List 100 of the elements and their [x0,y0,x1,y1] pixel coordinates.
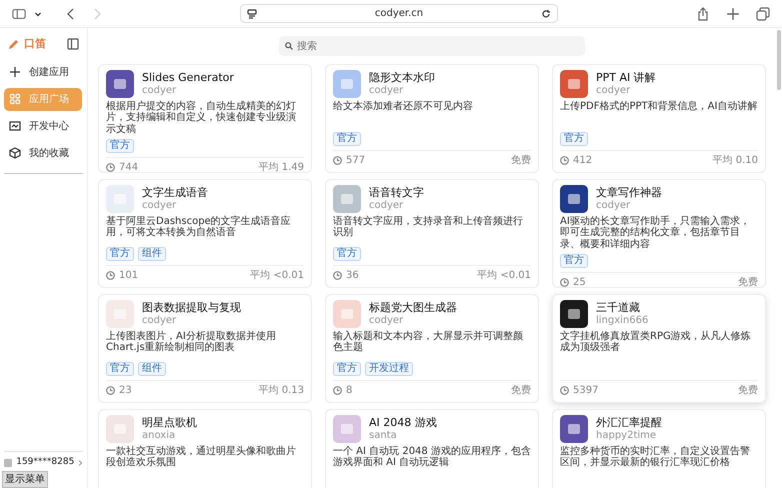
app-card[interactable]: 隐形文本水印 codyer 给文本添加难者还原不可见内容 官方 577 免费 [325,64,539,173]
usage-count: 744 [119,160,138,175]
url-bar[interactable]: codyer.cn [240,4,558,23]
cube-icon [9,147,21,159]
app-description: 监控多种货币的实时汇率，自定义设置告警区间，并显示最新的银行汇率现汇价格 [560,446,751,470]
clock-icon [560,278,569,287]
clock-icon [333,386,342,395]
app-description: 上传PDF格式的PPT和背景信息，AI自动讲解 [560,101,758,114]
clock-icon [560,386,569,395]
app-description: 输入标题和文本内容，大屏显示并可调整颜色主题 [333,331,524,356]
app-author: codyer [369,84,404,97]
chevron-down-icon[interactable] [34,10,42,18]
usage-count: 8 [346,384,352,398]
app-card[interactable]: 明星点歌机 anoxia 一款社交互动游戏，通过明星头像和歌曲片段创造欢乐氛围 [98,409,312,488]
plus-icon [9,66,21,78]
url-text: codyer.cn [374,7,424,21]
usage-count: 412 [573,154,592,168]
clock-icon [333,271,342,280]
usage-count: 36 [346,269,359,283]
price-label: 免费 [738,276,758,290]
chevron-right-icon[interactable] [78,458,83,468]
app-card[interactable]: 语音转文字 codyer 语音转文字应用，支持录音和上传音频进行识别 官方 36 平均 <0.01 [325,179,539,288]
sidebar-toggle-icon[interactable] [12,6,26,20]
app-title: 隐形文本水印 [369,71,435,85]
tooltip: 显示菜单 [2,471,48,488]
tag: 官方 [560,254,588,268]
app-title: PPT AI 讲解 [596,71,656,85]
tabs-icon[interactable] [756,6,770,20]
app-title: 外汇汇率提醒 [596,416,662,430]
app-author: codyer [142,84,178,97]
sidebar-toggle-icon[interactable] [67,38,79,50]
reload-icon[interactable] [541,8,551,18]
app-description: AI驱动的长文章写作助手，只需输入需求，即可生成完整的结构化文章，包括章节目录、概要和详细内容 [560,216,751,250]
tag: 组件 [138,247,166,261]
sidebar-item[interactable]: 创建应用 [4,60,82,84]
price-label: 平均 1.49 [258,160,304,175]
plus-icon[interactable] [726,6,740,20]
app-title: Slides Generator [142,71,234,85]
usage-count: 101 [119,269,138,283]
app-title: 文字生成语音 [142,186,208,200]
app-title: 三千道藏 [596,301,641,315]
price-label: 平均 <0.01 [250,269,304,283]
price-label: 平均 0.10 [712,154,758,168]
app-author: codyer [596,84,632,97]
app-description: 上传图表图片，AI分析提取数据并使用Chart.js重新绘制相同的图表 [106,331,277,356]
app-title: 语音转文字 [369,186,424,200]
app-card[interactable]: 三千道藏 lingxin666 文字挂机修真放置类RPG游戏，从凡人修炼成为顶级强者 5397 免费 [552,294,766,403]
app-card[interactable]: 文字生成语音 codyer 基于阿里云Dashscope的文字生成语音应用，可将文本转换为自然语音 官方 组件 101 平均 <0.01 [98,179,312,288]
back-icon[interactable] [66,6,76,20]
tag: 官方 [106,138,134,153]
tag: 官方 [333,132,361,146]
sidebar-item[interactable]: 开发中心 [4,114,82,138]
app-card[interactable]: 图表数据提取与复现 codyer 上传图表图片，AI分析提取数据并使用Chart.js重新绘制相同的图表 官方 组件 23 平均 0.13 [98,294,312,403]
sidebar-item[interactable]: 我的收藏 [4,142,82,164]
app-author: lingxin666 [596,314,648,327]
app-card[interactable]: PPT AI 讲解 codyer 上传PDF格式的PPT和背景信息，AI自动讲解 官方 412 平均 0.10 [552,64,766,173]
app-author: codyer [142,200,178,212]
app-description: 文字挂机修真放置类RPG游戏，从凡人修炼成为顶级强者 [560,331,752,356]
app-author: santa [369,430,398,442]
tag: 官方 [333,247,361,261]
tag: 官方 [106,362,134,376]
search-field[interactable]: 搜索 [279,36,585,56]
app-card[interactable]: 标题党大图生成器 codyer 输入标题和文本内容，大屏显示并可调整颜色主题 官方 开发过程 8 免费 [325,294,539,403]
app-description: 一款社交互动游戏，通过明星头像和歌曲片段创造欢乐氛围 [106,446,297,470]
app-author: anoxia [142,430,176,442]
price-label: 免费 [511,154,531,168]
app-author: happy2time [596,430,658,442]
app-title: AI 2048 游戏 [369,416,437,430]
share-icon[interactable] [696,6,710,20]
app-card[interactable]: Slides Generator codyer 根据用户提交的内容，自动生成精美的幻灯片，支持编辑和自定义，快速创建专业级演示文稿 官方 744 平均 1.49 [98,64,312,173]
app-card[interactable]: 外汇汇率提醒 happy2time 监控多种货币的实时汇率，自定义设置告警区间，并显示最新的银行汇率现汇价格 [552,409,766,488]
grid-icon [9,93,21,105]
app-description: 一个 AI 自动玩 2048 游戏的应用程序，包含游戏界面和 AI 自动玩逻辑 [333,446,531,470]
app-title: 文章写作神器 [596,186,662,200]
window-icon [9,120,21,132]
usage-count: 23 [119,384,132,398]
clock-icon [333,156,342,165]
app-description: 基于阿里云Dashscope的文字生成语音应用，可将文本转换为自然语音 [106,216,292,240]
price-label: 平均 0.13 [258,384,304,398]
clock-icon [106,162,115,172]
app-author: codyer [142,314,178,327]
clock-icon [106,271,115,280]
app-title: 标题党大图生成器 [369,301,457,315]
price-label: 免费 [738,384,758,398]
app-description: 给文本添加难者还原不可见内容 [333,101,474,114]
app-title: 明星点歌机 [142,416,197,430]
scrollbar-thumb[interactable] [777,30,781,90]
tag: 官方 [333,362,361,376]
price-label: 免费 [511,384,531,398]
page-icon [247,8,257,18]
clock-icon [560,156,569,165]
pencil-icon [8,38,20,50]
app-card[interactable]: 文章写作神器 codyer AI驱动的长文章写作助手，只需输入需求，即可生成完整的结构化文章，包括章节目录、概要和详细内容 官方 25 免费 [552,179,766,288]
usage-count: 25 [573,276,586,290]
search-icon [285,42,293,50]
clock-icon [106,386,115,395]
app-title: 图表数据提取与复现 [142,301,241,315]
app-author: codyer [596,200,632,212]
app-description: 根据用户提交的内容，自动生成精美的幻灯片，支持编辑和自定义，快速创建专业级演示文稿 [106,101,297,135]
app-card[interactable]: AI 2048 游戏 santa 一个 AI 自动玩 2048 游戏的应用程序，包含游戏界面和 AI 自动玩逻辑 [325,409,539,488]
